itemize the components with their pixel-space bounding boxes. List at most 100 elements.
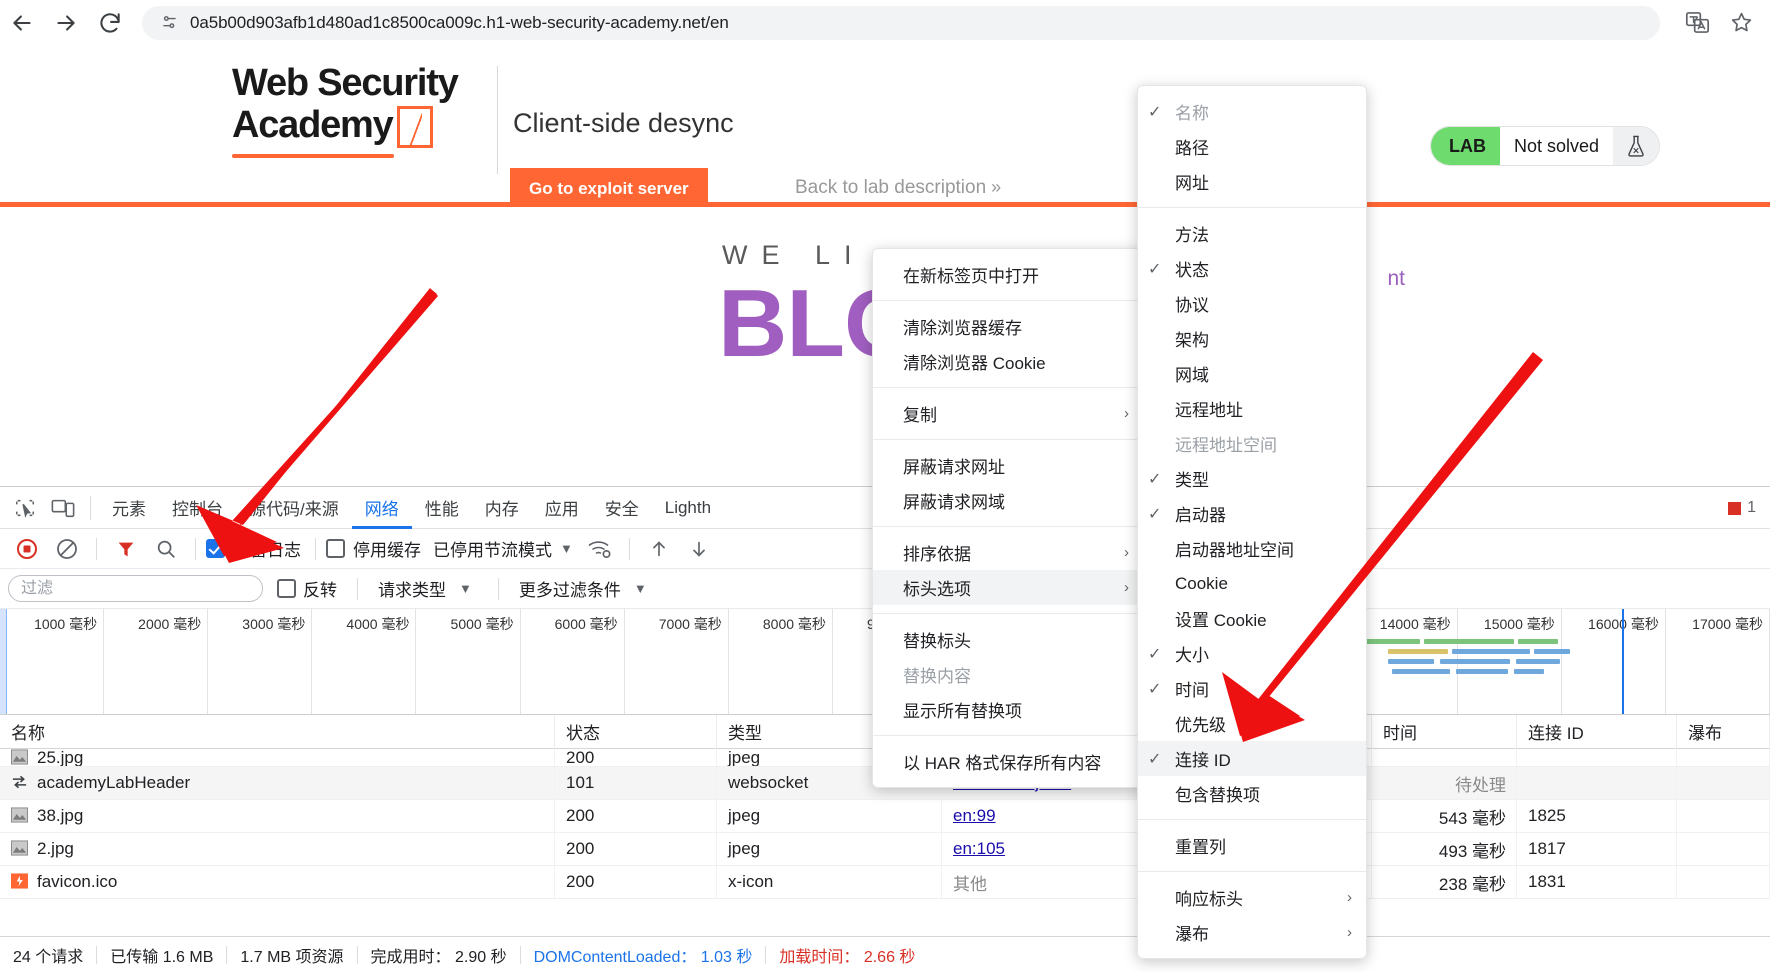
menu-item[interactable]: 显示所有替换项 [873,692,1143,727]
menu-item[interactable]: 标头选项 › [873,570,1143,605]
menu-item-label: 远程地址 [1175,401,1243,420]
cell-time: 543 毫秒 [1372,799,1517,833]
menu-item[interactable]: ✓ 名称 [1138,94,1366,129]
menu-item[interactable]: 优先级 [1138,706,1366,741]
forward-arrow-icon[interactable] [44,1,88,45]
tab-6[interactable]: 应用 [532,487,592,529]
tab-8[interactable]: Lighth [652,487,724,529]
column-header[interactable]: 状态 [555,714,717,749]
reload-icon[interactable] [88,1,132,45]
menu-item[interactable]: ✓ 大小 [1138,636,1366,671]
menu-item[interactable]: ✓ 状态 [1138,251,1366,286]
preserve-log-checkbox[interactable]: 保留日志 [206,536,305,561]
finish-time: 完成用时： 2.90 秒 [370,948,507,966]
lab-status-widget[interactable]: LAB Not solved [1429,126,1660,166]
menu-item[interactable]: ✓ 连接 ID [1138,741,1366,776]
inspect-element-icon[interactable] [6,491,44,525]
menu-item[interactable]: 清除浏览器 Cookie [873,344,1143,379]
cell-name-text: 25.jpg [37,749,84,767]
table-row[interactable]: 2.jpg 200 jpeg en:105 493 毫秒 1817 [0,832,1770,866]
menu-item[interactable]: 在新标签页中打开 [873,257,1143,292]
export-har-icon[interactable] [680,533,718,565]
cell-initiator-text[interactable]: en:105 [953,839,1005,859]
tab-5[interactable]: 内存 [472,487,532,529]
menu-item[interactable]: 重置列 [1138,828,1366,863]
cell-initiator-text[interactable]: en:99 [953,806,996,826]
resources-size: 1.7 MB 项资源 [240,948,344,966]
column-header[interactable]: 时间 [1372,714,1517,749]
tab-1[interactable]: 控制台 [159,487,236,529]
column-header[interactable]: 瀑布 [1677,714,1770,749]
invert-checkbox[interactable]: 反转 [267,576,347,601]
menu-item[interactable]: 响应标头 › [1138,880,1366,915]
back-arrow-icon[interactable] [0,1,44,45]
menu-item[interactable]: 瀑布 › [1138,915,1366,950]
import-har-icon[interactable] [640,533,678,565]
header-options-submenu[interactable]: ✓ 名称 路径 网址方法 ✓ 状态 协议 架构 网域远程地址远程地址空间 ✓ 类型 ✓ 启动器 启动器地址… [1137,85,1367,959]
filter-input[interactable] [8,575,263,602]
menu-item[interactable]: 替换内容 [873,657,1143,692]
throttling-label[interactable]: 已停用节流模式 [433,536,552,561]
tab-label: 控制台 [172,500,223,519]
device-toolbar-icon[interactable] [44,491,82,525]
menu-item[interactable]: 路径 [1138,129,1366,164]
network-conditions-icon[interactable] [581,533,619,565]
menu-item[interactable]: ✓ 类型 [1138,461,1366,496]
divider [357,577,358,600]
tab-4[interactable]: 性能 [412,487,472,529]
request-type-dropdown[interactable]: 请求类型 ▼ [368,576,488,601]
menu-item[interactable]: 网域 [1138,356,1366,391]
menu-item[interactable]: 方法 [1138,216,1366,251]
site-settings-icon[interactable] [156,12,182,34]
clear-icon[interactable] [48,533,86,565]
overview-selection-handle[interactable] [0,609,7,714]
cell-time: 238 毫秒 [1372,865,1517,899]
menu-item[interactable]: 清除浏览器缓存 [873,309,1143,344]
menu-item[interactable]: 协议 [1138,286,1366,321]
record-stop-icon[interactable] [8,533,46,565]
chevron-down-icon[interactable]: ▼ [560,541,573,556]
site-logo[interactable]: Web Security Academy [232,62,482,158]
menu-item-label: 连接 ID [1175,751,1231,770]
menu-item[interactable]: Cookie [1138,566,1366,601]
account-link[interactable]: nt [1387,267,1405,291]
menu-item[interactable]: 架构 [1138,321,1366,356]
table-row[interactable]: 38.jpg 200 jpeg en:99 543 毫秒 1825 [0,799,1770,833]
menu-divider [873,526,1143,527]
column-header[interactable]: 名称 [0,714,555,749]
menu-item[interactable]: 以 HAR 格式保存所有内容 [873,744,1143,779]
menu-item[interactable]: 网址 [1138,164,1366,199]
search-icon[interactable] [147,533,185,565]
address-bar[interactable]: 0a5b00d903afb1d480ad1c8500ca009c.h1-web-… [142,5,1660,40]
menu-item[interactable]: 包含替换项 [1138,776,1366,811]
tab-7[interactable]: 安全 [592,487,652,529]
menu-item[interactable]: 替换标头 [873,622,1143,657]
network-context-menu[interactable]: 在新标签页中打开 清除浏览器缓存 清除浏览器 Cookie 复制 › 屏蔽请求网址 屏蔽请求… [872,248,1144,788]
menu-item-label: 以 HAR 格式保存所有内容 [903,754,1102,773]
disable-cache-checkbox[interactable]: 停用缓存 [326,536,425,561]
menu-item[interactable]: 设置 Cookie [1138,601,1366,636]
menu-item[interactable]: 远程地址 [1138,391,1366,426]
menu-item[interactable]: 屏蔽请求网域 [873,483,1143,518]
menu-item[interactable]: 排序依据 › [873,535,1143,570]
tab-3[interactable]: 网络 [352,487,412,529]
back-to-lab-description-link[interactable]: Back to lab description» [795,177,1001,199]
star-icon[interactable] [1722,4,1760,42]
tab-2[interactable]: 源代码/来源 [236,487,352,529]
menu-item[interactable]: ✓ 启动器 [1138,496,1366,531]
menu-item[interactable]: 屏蔽请求网址 [873,448,1143,483]
menu-item[interactable]: 远程地址空间 [1138,426,1366,461]
more-filters-dropdown[interactable]: 更多过滤条件 ▼ [509,576,663,601]
translate-icon[interactable] [1678,4,1716,42]
menu-item[interactable]: 复制 › [873,396,1143,431]
menu-item[interactable]: 启动器地址空间 [1138,531,1366,566]
menu-item-label: 替换标头 [903,632,971,651]
table-row[interactable]: favicon.ico 200 x-icon 其他 238 毫秒 1831 [0,865,1770,899]
cell-initiator-text[interactable]: 其他 [953,870,987,895]
column-header[interactable]: 连接 ID [1517,714,1677,749]
filter-icon[interactable] [107,533,145,565]
menu-item[interactable]: ✓ 时间 [1138,671,1366,706]
tab-0[interactable]: 元素 [99,487,159,529]
menu-item-label: 标头选项 [903,580,971,599]
warning-indicator[interactable]: 1 [1728,487,1756,529]
